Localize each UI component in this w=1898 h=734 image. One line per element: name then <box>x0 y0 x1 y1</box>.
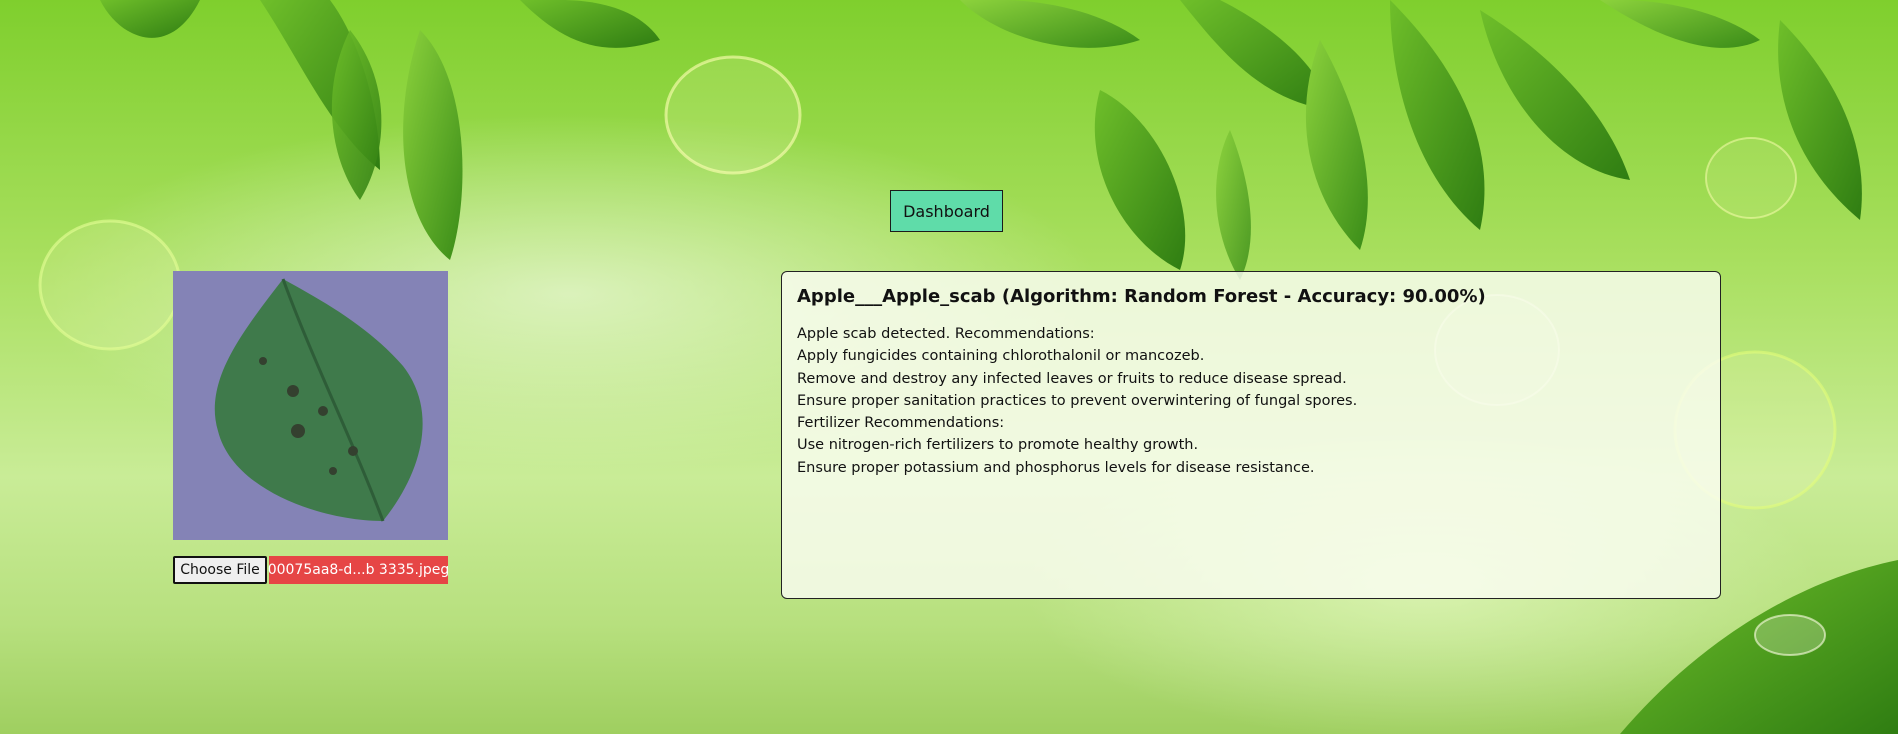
recommendation-line: Fertilizer Recommendations: <box>797 415 1005 432</box>
recommendation-line: Apple scab detected. Recommendations: <box>797 326 1095 342</box>
choose-file-button[interactable]: Choose File <box>173 556 267 584</box>
leaf-image-icon <box>173 271 448 540</box>
selected-file-name: 00075aa8-d...b 3335.jpeg <box>268 556 449 584</box>
recommendation-line: Ensure proper sanitation practices to pr… <box>797 392 1358 409</box>
uploaded-leaf-image <box>173 271 448 540</box>
recommendation-line: Ensure proper potassium and phosphorus l… <box>797 459 1315 476</box>
recommendation-line: Apply fungicides containing chlorothalon… <box>797 348 1205 365</box>
recommendation-line: Use nitrogen-rich fertilizers to promote… <box>797 437 1199 454</box>
file-upload-control: Choose File 00075aa8-d...b 3335.jpeg <box>173 556 449 584</box>
recommendation-line: Remove and destroy any infected leaves o… <box>797 370 1347 387</box>
recommendation-list: Apple scab detected. Recommendations: Ap… <box>797 323 1705 479</box>
prediction-result-panel: Apple___Apple_scab (Algorithm: Random Fo… <box>781 271 1721 599</box>
prediction-title: Apple___Apple_scab (Algorithm: Random Fo… <box>797 286 1486 307</box>
dashboard-button[interactable]: Dashboard <box>890 190 1003 232</box>
